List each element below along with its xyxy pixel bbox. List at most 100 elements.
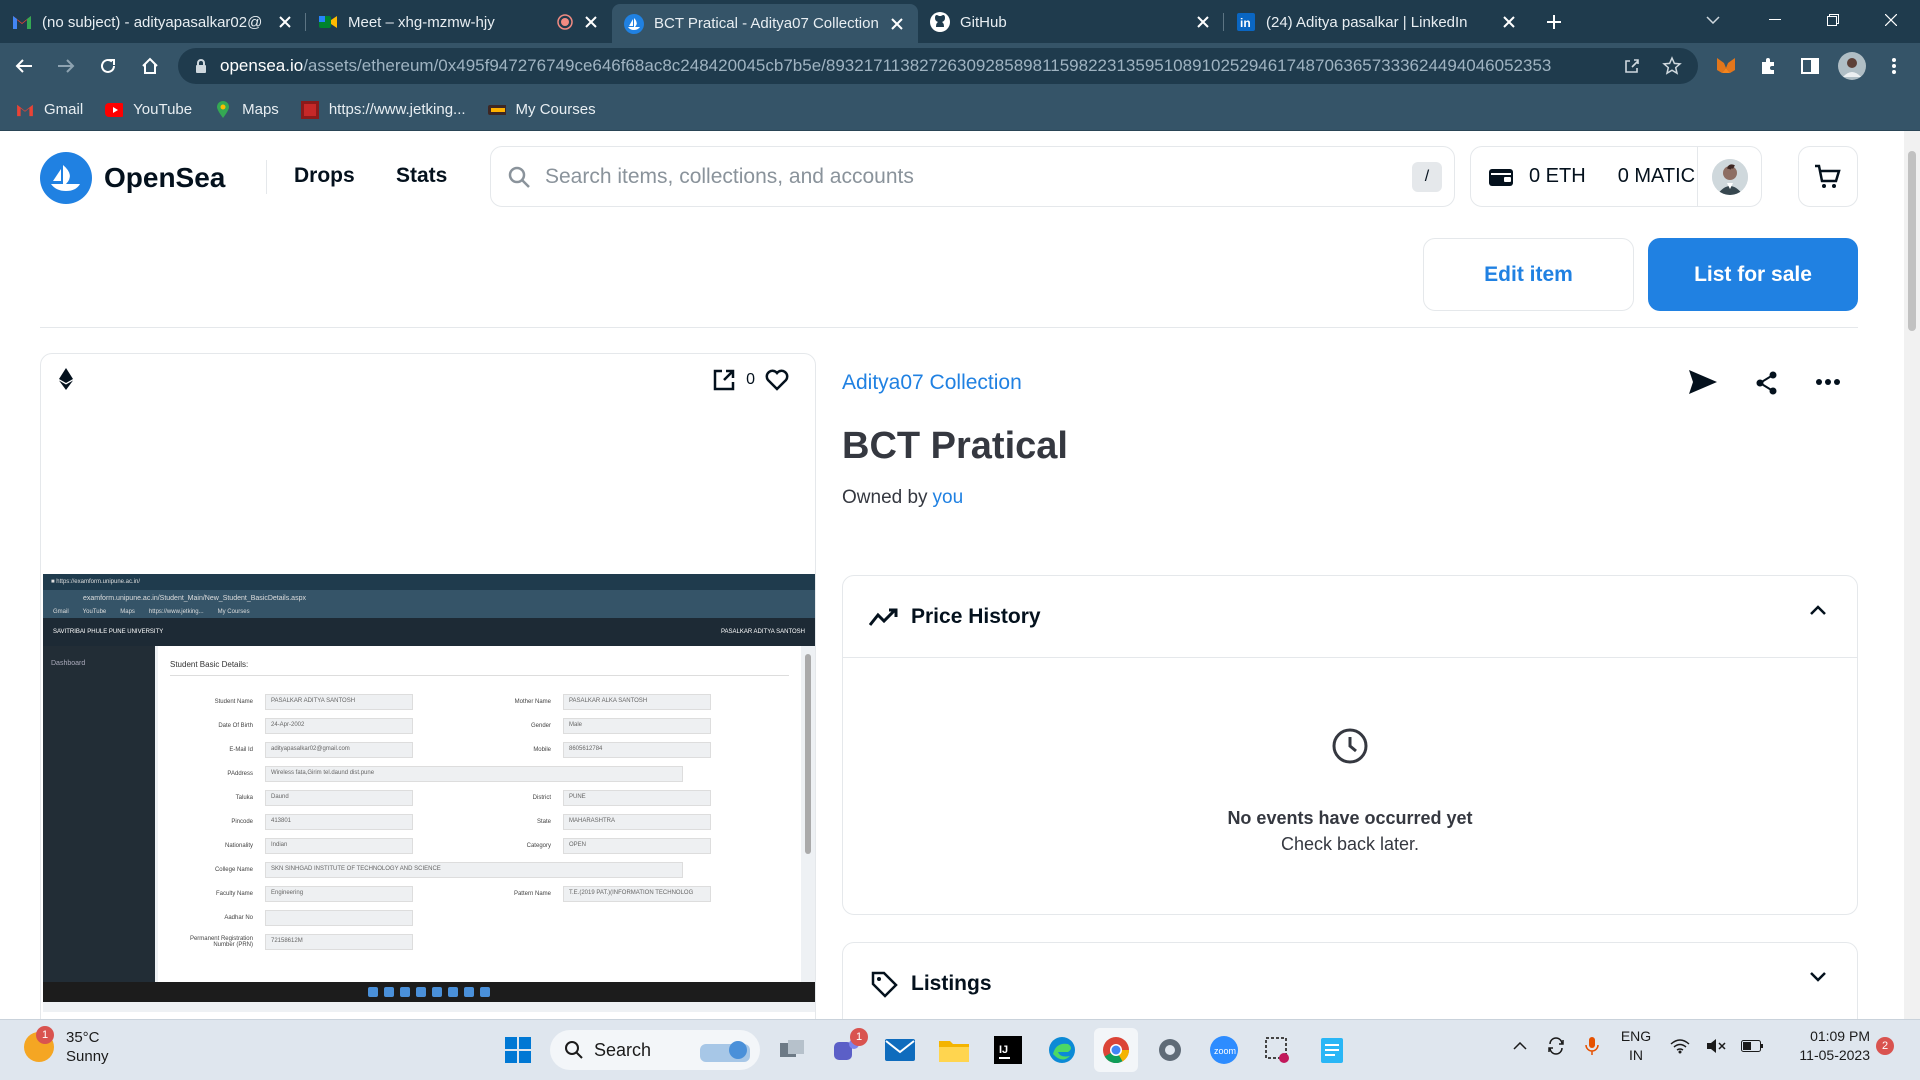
form-label: College Name [214,867,253,873]
chevron-up-icon[interactable] [1809,604,1827,616]
home-icon[interactable] [132,48,168,84]
tab-title: BCT Pratical - Aditya07 Collection [654,15,879,32]
form-value [265,910,413,926]
browser-tab-strip: (no subject) - adityapasalkar02@ Meet – … [0,0,1920,43]
form-value: SKN SINHGAD INSTITUTE OF TECHNOLOGY AND … [265,862,683,878]
cart-button[interactable] [1798,146,1858,207]
wallet-balance[interactable]: 0 ETH 0 MATIC [1470,146,1762,207]
chevron-down-icon[interactable] [1809,971,1827,983]
owner-link[interactable]: you [933,487,964,508]
close-window-icon[interactable] [1862,0,1920,40]
screenshot-form-row: Pincode 413801 State MAHARASHTRA [170,810,789,834]
bookmark-star-icon[interactable] [1660,54,1684,78]
share-icon[interactable] [1756,371,1778,395]
close-tab-icon[interactable] [1500,13,1518,31]
side-panel-icon[interactable] [1792,48,1828,84]
reload-icon[interactable] [90,48,126,84]
url-path: /assets/ethereum/0x495f947276749ce646f68… [303,56,1552,75]
form-label: E-Mail Id [229,747,253,753]
new-tab-button[interactable] [1536,4,1572,40]
edge-icon[interactable] [1040,1028,1084,1072]
bookmark-jetking[interactable]: https://www.jetking... [300,100,466,119]
tab-search-chevron-icon[interactable] [1684,0,1742,40]
tab-meet[interactable]: Meet – xhg-mzmw-hjy [306,4,612,40]
screenshot-form-title: Student Basic Details: [170,660,789,676]
gmail-icon [12,12,32,32]
profile-avatar-icon[interactable] [1834,48,1870,84]
bookmark-gmail[interactable]: Gmail [16,101,83,119]
volume-muted-icon[interactable] [1698,1026,1734,1066]
edit-item-button[interactable]: Edit item [1423,238,1634,311]
page-scrollbar[interactable] [1904,131,1920,1019]
collection-link[interactable]: Aditya07 Collection [842,371,1022,395]
share-page-icon[interactable] [1620,54,1644,78]
mail-icon[interactable] [878,1028,922,1072]
transfer-icon[interactable] [1688,369,1718,395]
minimize-icon[interactable] [1746,0,1804,40]
chevron-up-icon[interactable] [1502,1026,1538,1066]
teams-icon[interactable]: 1 [824,1028,868,1072]
screenshot-header: SAVITRIBAI PHULE PUNE UNIVERSITY PASALKAR… [43,618,815,646]
form-value: 413801 [265,814,413,830]
nav-drops[interactable]: Drops [294,164,355,188]
search-icon [507,165,531,189]
nft-image-screenshot[interactable]: ■ https://examform.unipune.ac.in/ examfo… [43,574,815,1012]
screenshot-form-row: E-Mail Id adityapasalkar02@gmail.com Mobil… [170,738,789,762]
taskbar-clock[interactable]: 01:09 PM 11-05-2023 [1780,1027,1870,1065]
opensea-logo[interactable]: OpenSea [40,152,225,204]
language-indicator[interactable]: ENG IN [1610,1027,1662,1065]
microphone-icon[interactable] [1574,1026,1610,1066]
list-for-sale-button[interactable]: List for sale [1648,238,1858,311]
tab-linkedin[interactable]: in (24) Aditya pasalkar | LinkedIn [1224,4,1530,40]
address-bar[interactable]: opensea.io/assets/ethereum/0x495f9472767… [178,48,1698,84]
forward-icon[interactable] [48,48,84,84]
notifications-button[interactable]: 2 [1870,1026,1900,1066]
weather-widget[interactable]: 1 35°C Sunny [24,1026,109,1066]
battery-icon[interactable] [1734,1026,1770,1066]
settings-gear-icon[interactable] [1148,1028,1192,1072]
snipping-tool-icon[interactable] [1256,1028,1300,1072]
recording-icon [556,13,574,31]
search-bar[interactable]: Search items, collections, and accounts … [490,146,1455,207]
nav-stats[interactable]: Stats [396,164,447,188]
notepad-icon[interactable] [1310,1028,1354,1072]
listings-header[interactable]: Listings [843,943,1857,1019]
back-icon[interactable] [6,48,42,84]
bookmark-maps[interactable]: Maps [214,100,279,119]
zoom-icon[interactable]: zoom [1202,1028,1246,1072]
task-view-icon[interactable] [770,1028,814,1072]
open-original-icon[interactable] [712,368,736,392]
heart-icon[interactable] [765,369,789,391]
site-info-icon[interactable] [194,58,208,74]
taskbar-search[interactable]: Search [550,1030,760,1070]
bookmark-youtube[interactable]: YouTube [105,101,192,119]
close-tab-icon[interactable] [888,15,906,33]
account-avatar-button[interactable] [1697,147,1761,206]
chrome-menu-icon[interactable] [1876,48,1912,84]
form-label: Mobile [533,747,551,753]
price-history-header[interactable]: Price History [843,576,1857,658]
tab-opensea[interactable]: BCT Pratical - Aditya07 Collection [612,4,918,43]
wifi-icon[interactable] [1662,1026,1698,1066]
close-tab-icon[interactable] [276,13,294,31]
chrome-icon[interactable] [1094,1028,1138,1072]
restore-icon[interactable] [1804,0,1862,40]
start-windows-icon[interactable] [496,1028,540,1072]
screenshot-form-row: Taluka Daund District PUNE [170,786,789,810]
metamask-icon[interactable] [1708,48,1744,84]
tab-gmail[interactable]: (no subject) - adityapasalkar02@ [0,4,306,40]
extensions-puzzle-icon[interactable] [1750,48,1786,84]
screenshot-tab-strip: ■ https://examform.unipune.ac.in/ [43,574,815,590]
form-label: Permanent Registration Number (PRN) [189,936,253,948]
tab-github[interactable]: GitHub [918,4,1224,40]
intellij-icon[interactable]: IJ [986,1028,1030,1072]
matic-balance: 0 MATIC [1617,165,1696,187]
close-tab-icon[interactable] [582,13,600,31]
form-label: Category [526,843,551,849]
close-tab-icon[interactable] [1194,13,1212,31]
sync-icon[interactable] [1538,1026,1574,1066]
file-explorer-icon[interactable] [932,1028,976,1072]
bookmark-my-courses[interactable]: My Courses [487,101,596,119]
trend-line-icon [869,602,899,632]
more-options-icon[interactable] [1816,379,1840,385]
